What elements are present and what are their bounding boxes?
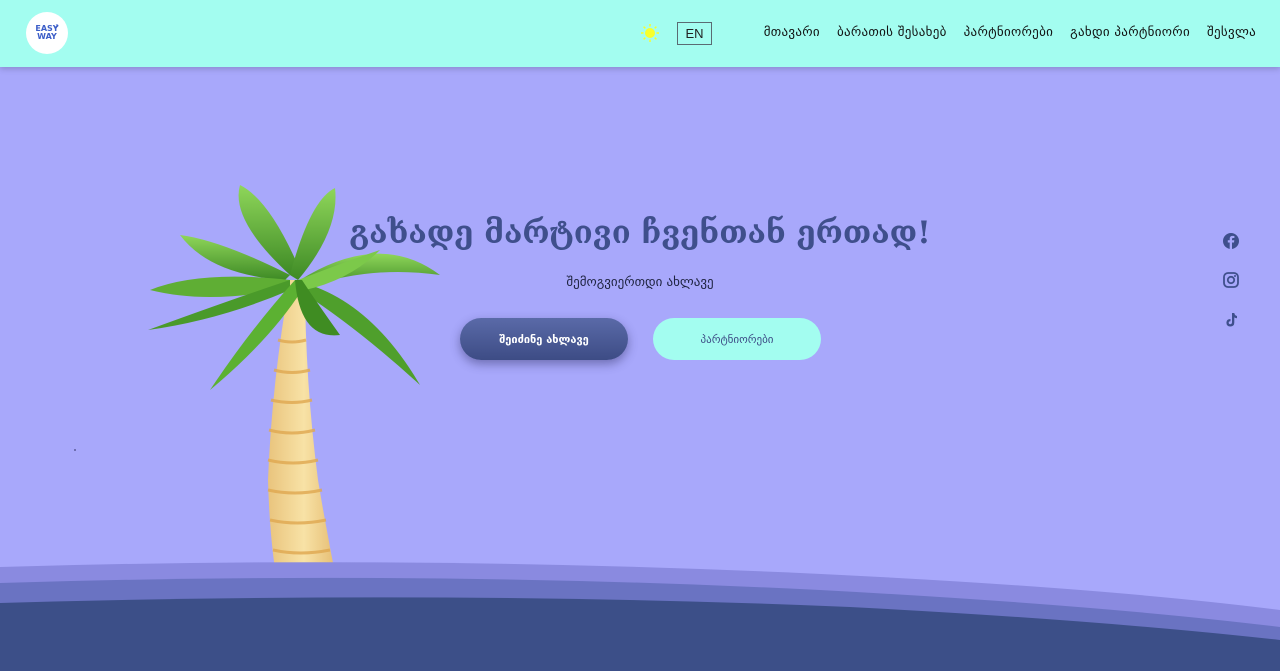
- hero-title: გახადე მარტივი ჩვენთან ერთად!: [349, 215, 931, 251]
- nav-item-become-partner[interactable]: გახდი პარტნიორი: [1070, 25, 1190, 40]
- site-header: EASY WAY ↗ EN მთავარი ბარათის შესახებ პა…: [0, 0, 1280, 67]
- wave-decoration: [0, 562, 1280, 671]
- nav-item-about-card[interactable]: ბარათის შესახებ: [837, 25, 947, 40]
- decorative-dot: [74, 449, 76, 451]
- partners-button[interactable]: პარტნიორები: [653, 318, 821, 360]
- tiktok-icon[interactable]: [1222, 311, 1240, 329]
- nav-item-login[interactable]: შესვლა: [1207, 25, 1256, 40]
- hero-subtitle: შემოგვიერთდი ახლავე: [566, 275, 714, 290]
- buy-now-button[interactable]: შეიძინე ახლავე: [460, 318, 628, 360]
- nav-item-home[interactable]: მთავარი: [764, 25, 820, 40]
- easy-way-logo[interactable]: EASY WAY ↗: [26, 12, 68, 54]
- logo-text-way: WAY: [37, 32, 57, 41]
- logo-arrow-icon: ↗: [53, 23, 59, 31]
- nav-item-partners[interactable]: პარტნიორები: [964, 25, 1054, 40]
- language-button[interactable]: EN: [677, 22, 712, 45]
- sun-icon[interactable]: [640, 23, 660, 43]
- facebook-icon[interactable]: [1222, 232, 1240, 250]
- instagram-icon[interactable]: [1222, 271, 1240, 289]
- main-nav: მთავარი ბარათის შესახებ პარტნიორები გახდ…: [764, 25, 1256, 40]
